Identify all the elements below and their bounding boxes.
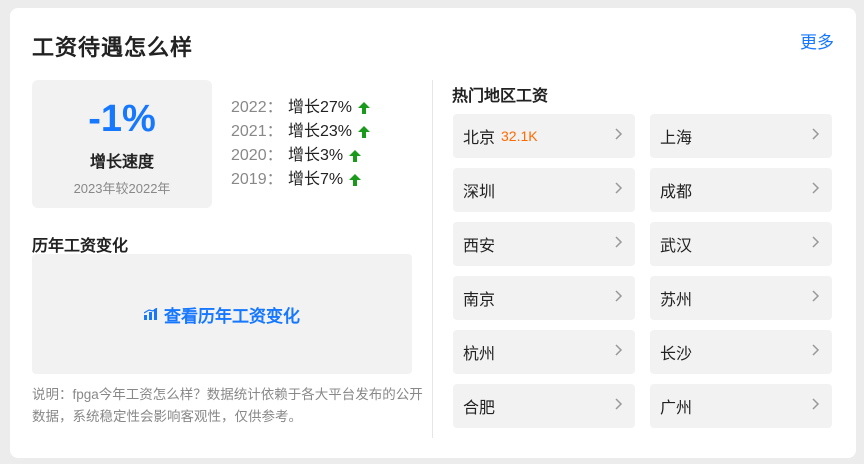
up-arrow-icon xyxy=(349,150,362,162)
up-arrow-icon xyxy=(358,126,371,138)
city-item-xian[interactable]: 西安 xyxy=(453,222,635,266)
growth-label: 增长速度 xyxy=(89,154,154,171)
city-name: 武汉 xyxy=(660,238,693,255)
yearly-growth-row: 2022： 增长27% xyxy=(231,96,371,120)
growth-text: 增长3% xyxy=(288,147,344,164)
city-item-suzhou[interactable]: 苏州 xyxy=(650,276,832,320)
disclaimer-note: 说明：fpga今年工资怎么样？数据统计依赖于各大平台发布的公开数据，系统稳定性会… xyxy=(32,387,423,424)
salary-card: 工资待遇怎么样 更多 -1% 增长速度 2023年较2022年 2022： 增长… xyxy=(10,8,856,458)
growth-summary: -1% 增长速度 2023年较2022年 xyxy=(32,80,212,208)
chevron-right-icon xyxy=(615,182,623,194)
chevron-right-icon xyxy=(615,128,623,140)
city-item-shenzhen[interactable]: 深圳 xyxy=(453,168,635,212)
city-name: 广州 xyxy=(660,400,693,417)
year-label: 2020： xyxy=(231,147,283,164)
city-item-chengdu[interactable]: 成都 xyxy=(650,168,832,212)
city-name: 成都 xyxy=(660,184,693,201)
view-history-link[interactable]: 查看历年工资变化 xyxy=(144,302,300,327)
chevron-right-icon xyxy=(812,128,820,140)
city-item-shanghai[interactable]: 上海 xyxy=(650,114,832,158)
regions-title: 热门地区工资 xyxy=(452,88,549,105)
more-link[interactable]: 更多 xyxy=(800,28,834,53)
city-item-guangzhou[interactable]: 广州 xyxy=(650,384,832,428)
chevron-right-icon xyxy=(812,290,820,302)
bar-chart-icon xyxy=(144,308,158,320)
view-history-label: 查看历年工资变化 xyxy=(164,306,300,326)
history-section-title: 历年工资变化 xyxy=(32,238,129,255)
year-label: 2021： xyxy=(231,123,283,140)
city-item-nanjing[interactable]: 南京 xyxy=(453,276,635,320)
up-arrow-icon xyxy=(349,174,362,186)
city-item-beijing[interactable]: 北京 32.1K xyxy=(453,114,635,158)
city-item-hangzhou[interactable]: 杭州 xyxy=(453,330,635,374)
growth-text: 增长7% xyxy=(288,171,344,188)
chevron-right-icon xyxy=(812,398,820,410)
city-name: 上海 xyxy=(660,130,693,147)
city-name: 长沙 xyxy=(660,346,693,363)
city-name: 深圳 xyxy=(463,184,496,201)
city-salary: 32.1K xyxy=(501,128,538,144)
chevron-right-icon xyxy=(615,344,623,356)
chevron-right-icon xyxy=(615,398,623,410)
city-name: 杭州 xyxy=(463,346,496,363)
yearly-growth-row: 2019： 增长7% xyxy=(231,168,370,192)
city-item-changsha[interactable]: 长沙 xyxy=(650,330,832,374)
growth-value: -1% xyxy=(88,98,156,140)
city-name: 苏州 xyxy=(660,292,693,309)
yearly-growth-row: 2021： 增长23% xyxy=(231,120,371,144)
chevron-right-icon xyxy=(812,344,820,356)
city-name: 合肥 xyxy=(463,400,496,417)
yearly-growth-row: 2020： 增长3% xyxy=(231,144,370,168)
year-label: 2022： xyxy=(231,99,283,116)
city-grid: 北京 32.1K 上海 深圳 成都 西安 武汉 南京 苏州 杭州 长沙 合肥 广… xyxy=(453,114,832,428)
chevron-right-icon xyxy=(615,236,623,248)
year-label: 2019： xyxy=(231,171,283,188)
growth-compare: 2023年较2022年 xyxy=(73,181,171,196)
up-arrow-icon xyxy=(358,102,371,114)
growth-text: 增长23% xyxy=(288,123,353,140)
city-item-wuhan[interactable]: 武汉 xyxy=(650,222,832,266)
city-name: 西安 xyxy=(463,238,496,255)
city-name: 北京 xyxy=(463,130,496,147)
yearly-growth-list: 2022： 增长27% 2021： 增长23% 2020： 增长3% 2019：… xyxy=(231,96,371,192)
divider xyxy=(432,80,433,438)
chevron-right-icon xyxy=(615,290,623,302)
chevron-right-icon xyxy=(812,182,820,194)
city-item-hefei[interactable]: 合肥 xyxy=(453,384,635,428)
history-panel[interactable]: 查看历年工资变化 xyxy=(32,254,412,374)
growth-text: 增长27% xyxy=(288,99,353,116)
chevron-right-icon xyxy=(812,236,820,248)
section-title: 工资待遇怎么样 xyxy=(32,35,194,60)
city-name: 南京 xyxy=(463,292,496,309)
